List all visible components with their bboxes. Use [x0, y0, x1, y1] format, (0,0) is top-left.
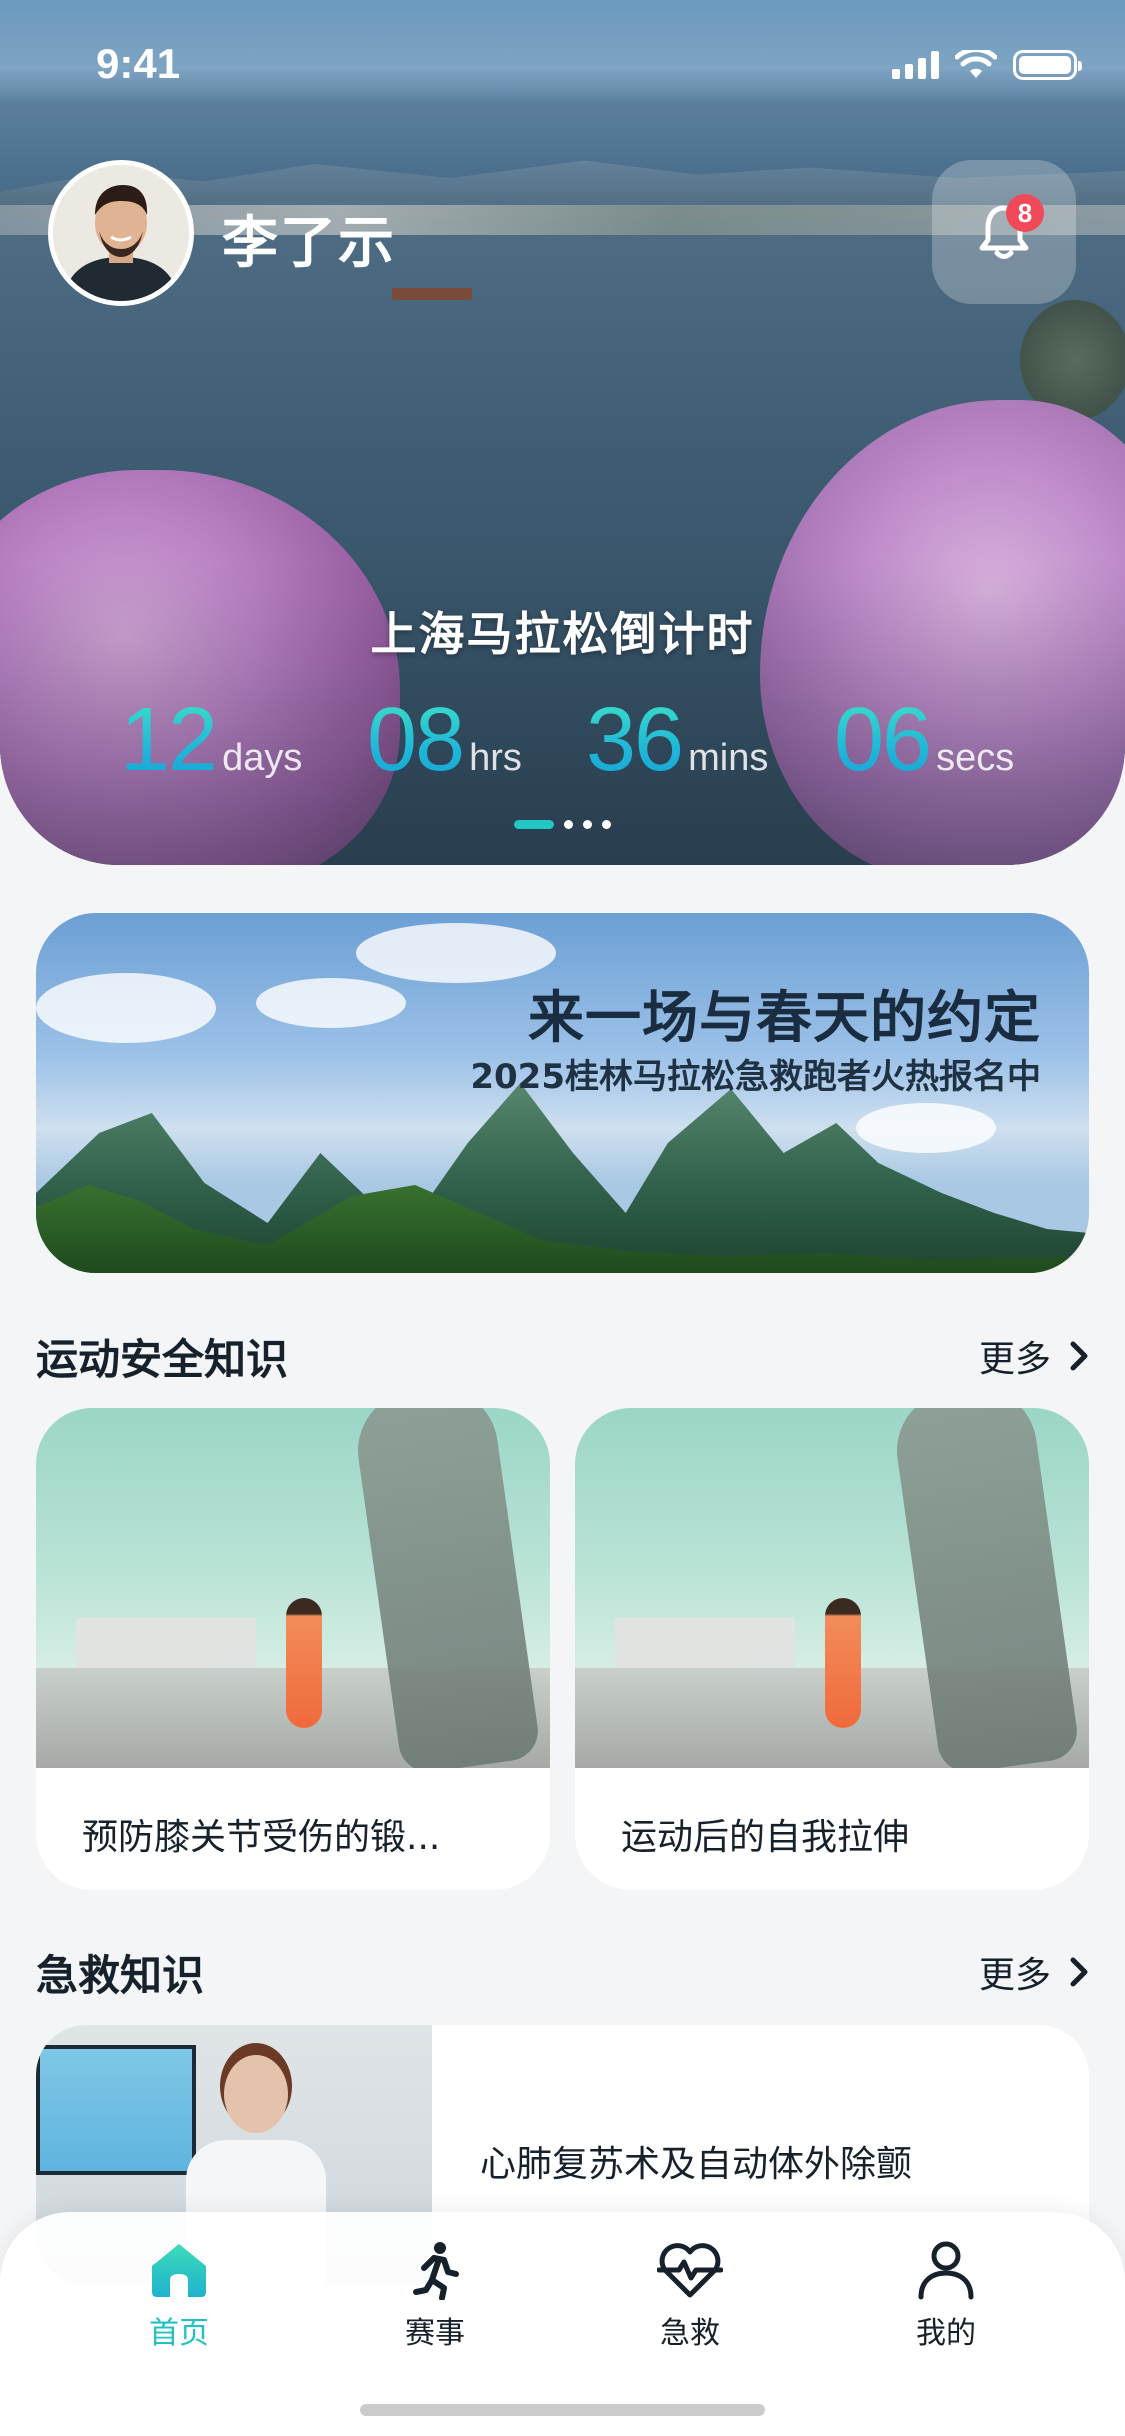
carousel-indicator[interactable]: [514, 820, 611, 829]
banner-cloud: [256, 978, 406, 1028]
banner-cloud: [36, 973, 216, 1043]
article-title: 运动后的自我拉伸: [621, 1817, 910, 1858]
countdown-hours: 08 hrs: [367, 695, 522, 785]
tab-events[interactable]: 赛事: [355, 2240, 515, 2351]
carousel-dot[interactable]: [564, 820, 573, 829]
countdown-days-label: days: [222, 737, 303, 779]
home-indicator[interactable]: [360, 2404, 765, 2416]
tab-profile[interactable]: 我的: [866, 2240, 1026, 2351]
article-card[interactable]: 预防膝关节受伤的锻...: [36, 1408, 550, 1890]
countdown-days-value: 12: [120, 690, 218, 790]
user-icon: [918, 2241, 974, 2300]
carousel-dot[interactable]: [602, 820, 611, 829]
tab-label: 赛事: [405, 2316, 465, 2351]
banner-cloud: [356, 923, 556, 983]
wifi-icon: [955, 50, 997, 78]
home-icon: [152, 2244, 206, 2297]
signal-icon: [892, 51, 939, 79]
tab-label: 首页: [149, 2316, 209, 2351]
promo-banner[interactable]: 来一场与春天的约定 2025桂林马拉松急救跑者火热报名中: [36, 913, 1089, 1273]
user-name: 李了示: [222, 211, 396, 276]
article-thumbnail: [575, 1408, 1089, 1768]
notification-button[interactable]: [932, 160, 1076, 304]
tab-first-aid[interactable]: 急救: [610, 2240, 770, 2351]
notification-badge: 8: [1006, 194, 1044, 232]
first-aid-header: 急救知识 更多: [36, 1942, 1089, 2002]
countdown-timer: 12 days 08 hrs 36 mins 06 secs: [120, 695, 1020, 795]
countdown-seconds-value: 06: [834, 690, 932, 790]
first-aid-title: 心肺复苏术及自动体外除颤: [480, 2144, 913, 2185]
runner-icon: [413, 2242, 459, 2300]
status-bar: 9:41: [0, 0, 1125, 130]
heartbeat-icon: [657, 2243, 723, 2298]
countdown-days: 12 days: [120, 695, 302, 785]
countdown-seconds: 06 secs: [834, 695, 1014, 785]
chevron-right-icon: [1070, 1957, 1088, 1987]
avatar[interactable]: [48, 160, 194, 306]
tab-label: 我的: [916, 2316, 976, 2351]
more-label: 更多: [978, 1339, 1051, 1380]
banner-title: 来一场与春天的约定: [528, 986, 1041, 1051]
more-link[interactable]: 更多: [979, 1946, 1089, 1998]
countdown-hours-value: 08: [367, 690, 465, 790]
more-link[interactable]: 更多: [979, 1330, 1089, 1382]
section-title: 运动安全知识: [36, 1335, 289, 1384]
section-title: 急救知识: [36, 1951, 205, 2000]
countdown-title: 上海马拉松倒计时: [370, 607, 755, 661]
countdown-hours-label: hrs: [469, 737, 522, 779]
countdown-minutes-value: 36: [586, 690, 684, 790]
article-thumbnail: [36, 1408, 550, 1768]
countdown-seconds-label: secs: [936, 737, 1015, 779]
carousel-dot-active[interactable]: [514, 820, 554, 829]
carousel-dot[interactable]: [583, 820, 592, 829]
tab-home[interactable]: 首页: [99, 2240, 259, 2351]
countdown-minutes: 36 mins: [586, 695, 768, 785]
sports-safety-header: 运动安全知识 更多: [36, 1326, 1089, 1386]
tab-bar: 首页 赛事 急救 我的: [0, 2212, 1125, 2436]
status-time: 9:41: [96, 40, 181, 87]
countdown-minutes-label: mins: [688, 737, 769, 779]
banner-subtitle: 2025桂林马拉松急救跑者火热报名中: [470, 1057, 1041, 1097]
battery-icon: [1013, 50, 1082, 80]
hero-banner[interactable]: 9:41 李了示 8 上海马拉松倒计时 12 days 08 hrs 36 mi…: [0, 0, 1125, 865]
chevron-right-icon: [1070, 1341, 1088, 1371]
hero-boat: [392, 288, 472, 300]
more-label: 更多: [978, 1955, 1051, 1996]
status-icons: [892, 50, 1082, 80]
article-title: 预防膝关节受伤的锻...: [82, 1817, 441, 1858]
avatar-portrait: [53, 165, 189, 301]
article-card[interactable]: 运动后的自我拉伸: [575, 1408, 1089, 1890]
tab-label: 急救: [660, 2316, 720, 2351]
banner-cloud: [856, 1103, 996, 1153]
